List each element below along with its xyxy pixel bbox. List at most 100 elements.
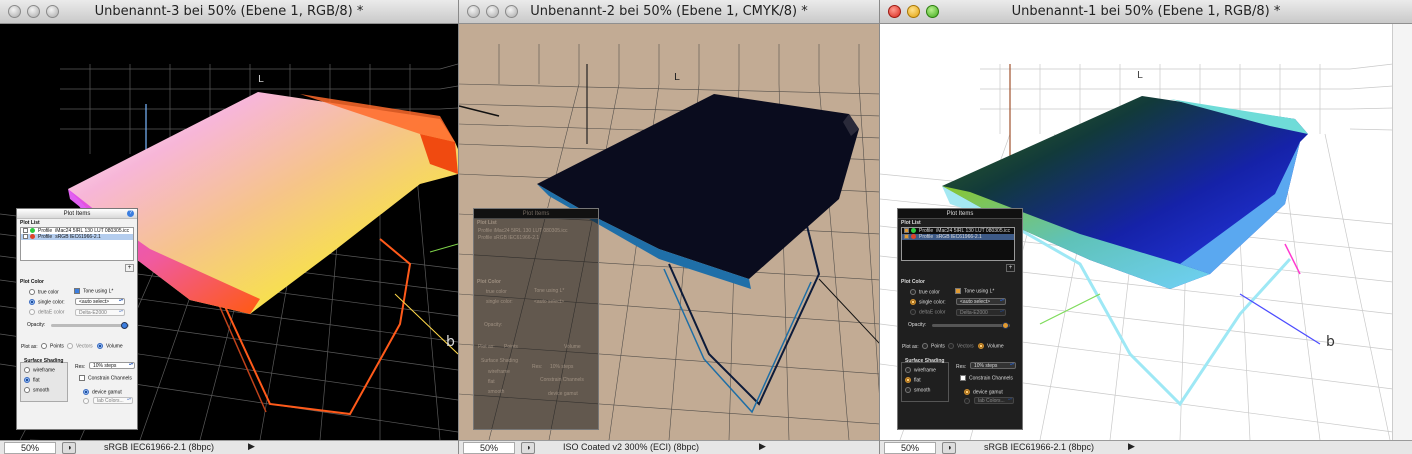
status-info-icon[interactable]: ◑ bbox=[521, 442, 535, 454]
surface-shading-label: Surface Shading bbox=[905, 358, 945, 364]
points-option[interactable]: Points bbox=[922, 343, 945, 350]
single-color-radio[interactable] bbox=[29, 299, 35, 305]
plot-list[interactable]: Profile iMac24 5IRL 130 LUT 080305.icc Pr… bbox=[20, 227, 134, 261]
item-visible-checkbox[interactable] bbox=[23, 234, 28, 240]
volume-radio[interactable] bbox=[978, 343, 984, 349]
panel-title: Plot Items bbox=[898, 209, 1022, 219]
single-color-option[interactable]: single color: bbox=[910, 299, 946, 306]
constrain-checkbox[interactable] bbox=[960, 375, 966, 381]
true-color-option[interactable]: true color bbox=[29, 289, 59, 296]
add-item-button[interactable]: + bbox=[125, 264, 134, 272]
res-select-popup[interactable]: 10% steps bbox=[89, 362, 135, 369]
single-color-option[interactable]: single color: bbox=[29, 299, 65, 306]
delta-select-popup[interactable]: Delta-E2000 bbox=[75, 309, 125, 316]
item-visible-checkbox[interactable] bbox=[904, 234, 909, 240]
deltae-color-radio[interactable] bbox=[29, 309, 35, 315]
plot-list-item[interactable]: Profile sRGB IEC61966-2.1 bbox=[21, 234, 133, 240]
deltae-color-option[interactable]: deltaE color bbox=[29, 309, 64, 316]
document-window-3[interactable]: Unbenannt-1 bei 50% (Ebene 1, RGB/8) * L… bbox=[879, 0, 1412, 454]
deltae-color-radio[interactable] bbox=[910, 309, 916, 315]
status-menu-arrow-icon[interactable]: ▶ bbox=[248, 441, 255, 452]
constrain-checkbox[interactable] bbox=[79, 375, 85, 381]
color-select-popup[interactable]: <auto select> bbox=[956, 298, 1006, 305]
points-option[interactable]: Points bbox=[41, 343, 64, 350]
zoom-field[interactable]: 50% bbox=[463, 442, 515, 454]
wireframe-option[interactable]: wireframe bbox=[905, 367, 936, 374]
device-gamut-radio[interactable] bbox=[964, 389, 970, 395]
wireframe-option[interactable]: wireframe bbox=[24, 367, 55, 374]
true-color-option[interactable]: true color bbox=[910, 289, 940, 296]
flat-option[interactable]: flat bbox=[24, 377, 40, 384]
volume-radio[interactable] bbox=[97, 343, 103, 349]
vectors-option[interactable]: Vectors bbox=[948, 343, 974, 350]
window-3-titlebar[interactable]: Unbenannt-1 bei 50% (Ebene 1, RGB/8) * bbox=[880, 0, 1412, 24]
plot-list-item[interactable]: Profile sRGB IEC61966-2.1 bbox=[902, 234, 1014, 240]
add-item-button[interactable]: + bbox=[1006, 264, 1015, 272]
lab-colors-option[interactable] bbox=[83, 398, 92, 405]
opacity-slider[interactable] bbox=[932, 324, 1010, 327]
device-gamut-radio[interactable] bbox=[83, 389, 89, 395]
lab-colors-option[interactable] bbox=[964, 398, 973, 405]
status-info-icon[interactable]: ◑ bbox=[942, 442, 956, 454]
item-visible-checkbox[interactable] bbox=[904, 228, 909, 234]
tone-option[interactable]: Tone using L* bbox=[74, 288, 113, 295]
zoom-field[interactable]: 50% bbox=[4, 442, 56, 454]
volume-option[interactable]: Volume bbox=[978, 343, 1004, 350]
flat-radio[interactable] bbox=[905, 377, 911, 383]
plot-items-panel[interactable]: Plot Items ? Plot List Profile iMac24 5IR… bbox=[16, 208, 138, 430]
res-select-popup[interactable]: 10% steps bbox=[970, 362, 1016, 369]
zoom-field[interactable]: 50% bbox=[884, 442, 936, 454]
flat-radio[interactable] bbox=[24, 377, 30, 383]
profile-icon bbox=[30, 228, 35, 234]
vectors-radio[interactable] bbox=[67, 343, 73, 349]
tone-option[interactable]: Tone using L* bbox=[955, 288, 994, 295]
vectors-radio[interactable] bbox=[948, 343, 954, 349]
tone-checkbox[interactable] bbox=[955, 288, 961, 294]
true-color-radio[interactable] bbox=[910, 289, 916, 295]
points-radio[interactable] bbox=[41, 343, 47, 349]
status-menu-arrow-icon[interactable]: ▶ bbox=[759, 441, 766, 452]
status-info-icon[interactable]: ◑ bbox=[62, 442, 76, 454]
window-1-title: Unbenannt-3 bei 50% (Ebene 1, RGB/8) * bbox=[94, 4, 364, 19]
points-radio[interactable] bbox=[922, 343, 928, 349]
single-color-radio[interactable] bbox=[910, 299, 916, 305]
constrain-option[interactable]: Constrain Channels bbox=[79, 375, 132, 382]
status-menu-arrow-icon[interactable]: ▶ bbox=[1128, 441, 1135, 452]
delta-select-popup[interactable]: Delta-E2000 bbox=[956, 309, 1006, 316]
deltae-color-option[interactable]: deltaE color bbox=[910, 309, 945, 316]
plot-list[interactable]: Profile iMac24 5IRL 130 LUT 080305.icc Pr… bbox=[901, 227, 1015, 261]
plot-items-panel-dark[interactable]: Plot Items Plot List Profile iMac24 5IRL … bbox=[897, 208, 1023, 430]
volume-option[interactable]: Volume bbox=[97, 343, 123, 350]
vectors-option[interactable]: Vectors bbox=[67, 343, 93, 350]
tone-checkbox[interactable] bbox=[74, 288, 80, 294]
document-window-2[interactable]: Unbenannt-2 bei 50% (Ebene 1, CMYK/8) * … bbox=[458, 0, 879, 454]
color-select-popup[interactable]: <auto select> bbox=[75, 298, 125, 305]
item-visible-checkbox[interactable] bbox=[23, 228, 28, 234]
smooth-radio[interactable] bbox=[905, 387, 911, 393]
opacity-slider-handle[interactable] bbox=[121, 322, 128, 329]
axis-b-label-3: b bbox=[1326, 334, 1335, 350]
window-2-titlebar[interactable]: Unbenannt-2 bei 50% (Ebene 1, CMYK/8) * bbox=[459, 0, 879, 24]
smooth-option[interactable]: smooth bbox=[905, 387, 930, 394]
flat-option[interactable]: flat bbox=[905, 377, 921, 384]
constrain-option[interactable]: Constrain Channels bbox=[960, 375, 1013, 382]
lab-colors-button[interactable]: lab Colors... bbox=[93, 397, 133, 404]
window-1-titlebar[interactable]: Unbenannt-3 bei 50% (Ebene 1, RGB/8) * bbox=[0, 0, 458, 24]
device-gamut-option[interactable]: device gamut bbox=[964, 389, 1003, 396]
wireframe-radio[interactable] bbox=[24, 367, 30, 373]
device-gamut-option[interactable]: device gamut bbox=[83, 389, 122, 396]
lab-colors-radio[interactable] bbox=[83, 398, 89, 404]
true-color-radio[interactable] bbox=[29, 289, 35, 295]
vertical-scrollbar[interactable] bbox=[1392, 24, 1412, 440]
smooth-option[interactable]: smooth bbox=[24, 387, 49, 394]
opacity-slider[interactable] bbox=[51, 324, 129, 327]
lab-colors-button[interactable]: lab Colors... bbox=[974, 397, 1014, 404]
lab-colors-radio[interactable] bbox=[964, 398, 970, 404]
document-window-1[interactable]: Unbenannt-3 bei 50% (Ebene 1, RGB/8) * L… bbox=[0, 0, 458, 454]
profile-icon bbox=[911, 234, 916, 240]
help-icon[interactable]: ? bbox=[127, 210, 134, 217]
opacity-slider-handle[interactable] bbox=[1002, 322, 1009, 329]
status-bar-1: 50% ◑ sRGB IEC61966-2.1 (8bpc) ▶ bbox=[0, 440, 458, 454]
wireframe-radio[interactable] bbox=[905, 367, 911, 373]
smooth-radio[interactable] bbox=[24, 387, 30, 393]
